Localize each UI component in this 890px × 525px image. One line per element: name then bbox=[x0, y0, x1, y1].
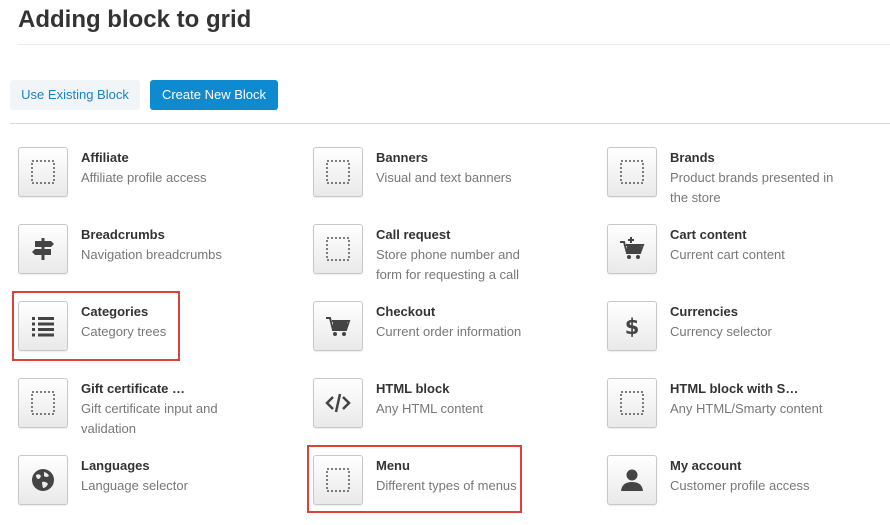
dotted-square-icon bbox=[607, 147, 657, 197]
code-icon bbox=[313, 378, 363, 428]
block-name: Brands bbox=[670, 150, 715, 165]
dotted-square-icon bbox=[18, 147, 68, 197]
block-item-banners[interactable]: Banners Visual and text banners bbox=[313, 147, 593, 217]
list-icon bbox=[18, 301, 68, 351]
block-description: Gift certificate input and validation bbox=[81, 401, 218, 436]
use-existing-block-tab[interactable]: Use Existing Block bbox=[10, 80, 140, 110]
block-description: Currency selector bbox=[670, 324, 772, 339]
block-item-languages[interactable]: Languages Language selector bbox=[18, 455, 298, 525]
block-description: Visual and text banners bbox=[376, 170, 512, 185]
globe-icon bbox=[18, 455, 68, 505]
block-item-categories[interactable]: Categories Category trees bbox=[18, 301, 298, 371]
block-item-cart-content[interactable]: Cart content Current cart content bbox=[607, 224, 887, 294]
block-item-call-request[interactable]: Call request Store phone number and form… bbox=[313, 224, 593, 294]
block-item-affiliate[interactable]: Affiliate Affiliate profile access bbox=[18, 147, 298, 217]
block-item-checkout[interactable]: Checkout Current order information bbox=[313, 301, 593, 371]
block-item-menu[interactable]: Menu Different types of menus bbox=[313, 455, 593, 525]
block-item-my-account[interactable]: My account Customer profile access bbox=[607, 455, 887, 525]
signpost-icon bbox=[18, 224, 68, 274]
block-description: Current order information bbox=[376, 324, 522, 339]
block-description: Navigation breadcrumbs bbox=[81, 247, 222, 262]
block-name: Cart content bbox=[670, 227, 747, 242]
block-item-html-block[interactable]: HTML block Any HTML content bbox=[313, 378, 593, 448]
block-name: My account bbox=[670, 458, 742, 473]
block-description: Any HTML/Smarty content bbox=[670, 401, 823, 416]
cart-add-icon bbox=[607, 224, 657, 274]
block-name: Affiliate bbox=[81, 150, 129, 165]
block-description: Category trees bbox=[81, 324, 167, 339]
block-item-brands[interactable]: Brands Product brands presented in the s… bbox=[607, 147, 887, 217]
dotted-square-icon bbox=[313, 224, 363, 274]
block-description: Current cart content bbox=[670, 247, 785, 262]
user-icon bbox=[607, 455, 657, 505]
cart-icon bbox=[313, 301, 363, 351]
block-item-breadcrumbs[interactable]: Breadcrumbs Navigation breadcrumbs bbox=[18, 224, 298, 294]
block-name: Breadcrumbs bbox=[81, 227, 165, 242]
block-name: Checkout bbox=[376, 304, 436, 319]
block-name: Call request bbox=[376, 227, 451, 242]
block-name: Menu bbox=[376, 458, 410, 473]
block-description: Store phone number and form for requesti… bbox=[376, 247, 520, 282]
title-divider bbox=[18, 44, 890, 45]
block-name: HTML block with S… bbox=[670, 381, 799, 396]
dotted-square-icon bbox=[313, 455, 363, 505]
svg-text:$: $ bbox=[625, 315, 640, 339]
dotted-square-icon bbox=[18, 378, 68, 428]
block-name: Banners bbox=[376, 150, 429, 165]
block-description: Any HTML content bbox=[376, 401, 484, 416]
block-description: Different types of menus bbox=[376, 478, 517, 493]
dotted-square-icon bbox=[313, 147, 363, 197]
block-name: Gift certificate … bbox=[81, 381, 186, 396]
tabs-divider bbox=[10, 123, 890, 124]
dotted-square-icon bbox=[607, 378, 657, 428]
create-new-block-tab[interactable]: Create New Block bbox=[150, 80, 278, 110]
dollar-icon: $ bbox=[607, 301, 657, 351]
block-item-gift-certificate[interactable]: Gift certificate … Gift certificate inpu… bbox=[18, 378, 298, 448]
block-description: Customer profile access bbox=[670, 478, 810, 493]
block-name: Categories bbox=[81, 304, 149, 319]
block-description: Product brands presented in the store bbox=[670, 170, 834, 205]
page-title: Adding block to grid bbox=[18, 6, 252, 33]
block-name: Currencies bbox=[670, 304, 738, 319]
block-item-currencies[interactable]: $ Currencies Currency selector bbox=[607, 301, 887, 371]
block-name: HTML block bbox=[376, 381, 450, 396]
block-description: Language selector bbox=[81, 478, 188, 493]
block-description: Affiliate profile access bbox=[81, 170, 207, 185]
block-name: Languages bbox=[81, 458, 150, 473]
block-item-html-smarty[interactable]: HTML block with S… Any HTML/Smarty conte… bbox=[607, 378, 887, 448]
